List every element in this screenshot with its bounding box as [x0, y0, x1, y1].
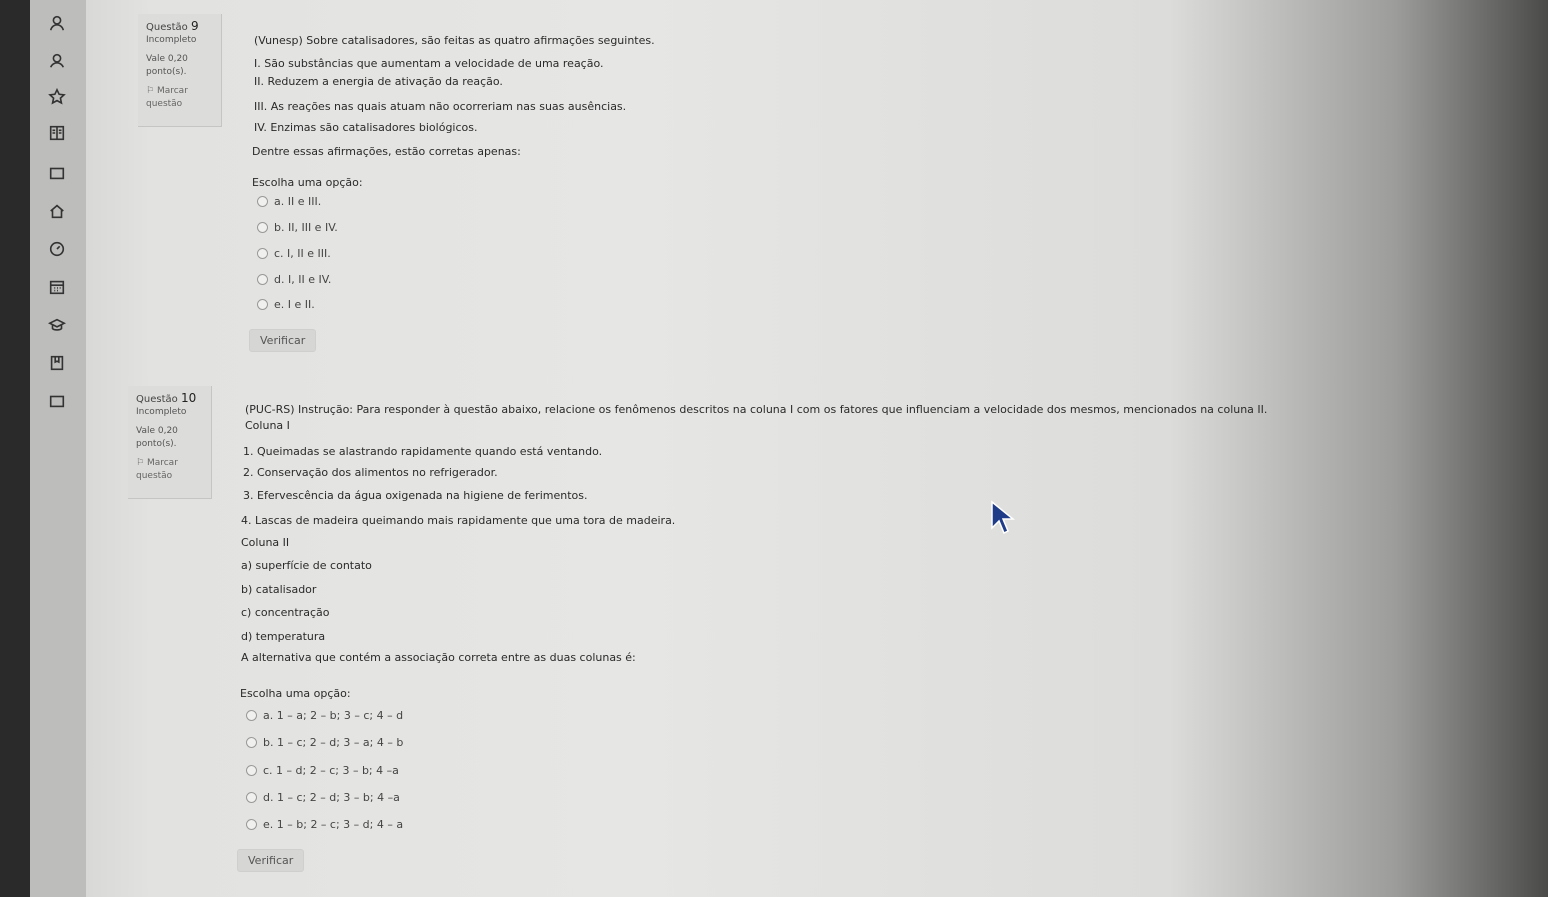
- folder-icon[interactable]: [44, 160, 70, 186]
- radio-button[interactable]: [246, 819, 257, 830]
- left-sidebar: [30, 0, 86, 897]
- question-title: (PUC-RS) Instrução: Para responder à que…: [245, 403, 1268, 416]
- statement-line: 1. Queimadas se alastrando rapidamente q…: [243, 445, 603, 458]
- book-icon[interactable]: [44, 120, 70, 146]
- mouse-cursor-icon: [991, 500, 1016, 535]
- question-worth: Vale 0,20: [136, 426, 178, 436]
- answer-option[interactable]: b. 1 – c; 2 – d; 3 – a; 4 – b: [246, 736, 403, 749]
- answer-option[interactable]: c. 1 – d; 2 – c; 3 – b; 4 –a: [246, 764, 399, 777]
- speedometer-icon[interactable]: [44, 236, 70, 262]
- profile-icon[interactable]: [44, 10, 70, 36]
- answer-option[interactable]: e. I e II.: [257, 298, 315, 311]
- question-worth: Vale 0,20: [146, 54, 188, 64]
- flag-question-link[interactable]: ⚐ Marcar questão: [136, 457, 203, 483]
- verify-button[interactable]: Verificar: [237, 849, 305, 872]
- question-info-box: Questão 9 Incompleto Vale 0,20 ponto(s).…: [138, 14, 222, 127]
- answer-option[interactable]: e. 1 – b; 2 – c; 3 – d; 4 – a: [246, 818, 403, 831]
- choose-option-prompt: Escolha uma opção:: [240, 687, 351, 700]
- radio-button[interactable]: [257, 299, 268, 310]
- statement-line: b) catalisador: [241, 583, 317, 596]
- question-points: ponto(s).: [146, 67, 187, 77]
- radio-button[interactable]: [246, 710, 257, 721]
- question-number: Questão 10: [136, 391, 197, 406]
- flag-icon: ⚐: [136, 458, 145, 468]
- flag-icon: ⚐: [146, 86, 155, 96]
- question-title: (Vunesp) Sobre catalisadores, são feitas…: [254, 34, 655, 47]
- statement-line: IV. Enzimas são catalisadores biológicos…: [254, 121, 478, 134]
- radio-button[interactable]: [257, 222, 268, 233]
- answer-option[interactable]: d. I, II e IV.: [257, 273, 331, 286]
- statement-line: d) temperatura: [241, 630, 326, 643]
- statement-line: 2. Conservação dos alimentos no refriger…: [243, 466, 498, 479]
- question-status: Incompleto: [136, 407, 187, 417]
- verify-button[interactable]: Verificar: [249, 329, 317, 352]
- column-heading: Coluna II: [241, 536, 290, 549]
- statement-line: I. São substâncias que aumentam a veloci…: [254, 57, 604, 70]
- statement-line: c) concentração: [241, 606, 330, 619]
- radio-button[interactable]: [257, 196, 268, 207]
- statement-line: III. As reações nas quais atuam não ocor…: [254, 100, 627, 113]
- folder-icon[interactable]: [44, 388, 70, 414]
- star-icon[interactable]: [44, 84, 70, 110]
- statement-line: Dentre essas afirmações, estão corretas …: [252, 145, 521, 158]
- home-icon[interactable]: [44, 198, 70, 224]
- statement-line: a) superfície de contato: [241, 559, 372, 572]
- statement-line: 3. Efervescência da água oxigenada na hi…: [243, 489, 588, 502]
- question-info-box: Questão 10 Incompleto Vale 0,20 ponto(s)…: [128, 386, 212, 499]
- question-points: ponto(s).: [136, 439, 177, 449]
- question-status: Incompleto: [146, 35, 197, 45]
- answer-option[interactable]: d. 1 – c; 2 – d; 3 – b; 4 –a: [246, 791, 400, 804]
- bookmark-icon[interactable]: [44, 350, 70, 376]
- calendar-icon[interactable]: [44, 274, 70, 300]
- radio-button[interactable]: [246, 765, 257, 776]
- radio-button[interactable]: [257, 248, 268, 259]
- radio-button[interactable]: [246, 792, 257, 803]
- statement-line: 4. Lascas de madeira queimando mais rapi…: [241, 514, 676, 527]
- question-number: Questão 9: [146, 19, 199, 34]
- answer-option[interactable]: a. II e III.: [257, 195, 321, 208]
- statement-line: A alternativa que contém a associação co…: [241, 651, 636, 664]
- flag-question-link[interactable]: ⚐ Marcar questão: [146, 85, 213, 111]
- answer-option[interactable]: b. II, III e IV.: [257, 221, 338, 234]
- radio-button[interactable]: [246, 737, 257, 748]
- graduation-cap-icon[interactable]: [44, 312, 70, 338]
- column-heading: Coluna I: [245, 419, 290, 432]
- radio-button[interactable]: [257, 274, 268, 285]
- users-icon[interactable]: [44, 48, 70, 74]
- choose-option-prompt: Escolha uma opção:: [252, 176, 363, 189]
- answer-option[interactable]: a. 1 – a; 2 – b; 3 – c; 4 – d: [246, 709, 403, 722]
- answer-option[interactable]: c. I, II e III.: [257, 247, 331, 260]
- statement-line: II. Reduzem a energia de ativação da rea…: [254, 75, 503, 88]
